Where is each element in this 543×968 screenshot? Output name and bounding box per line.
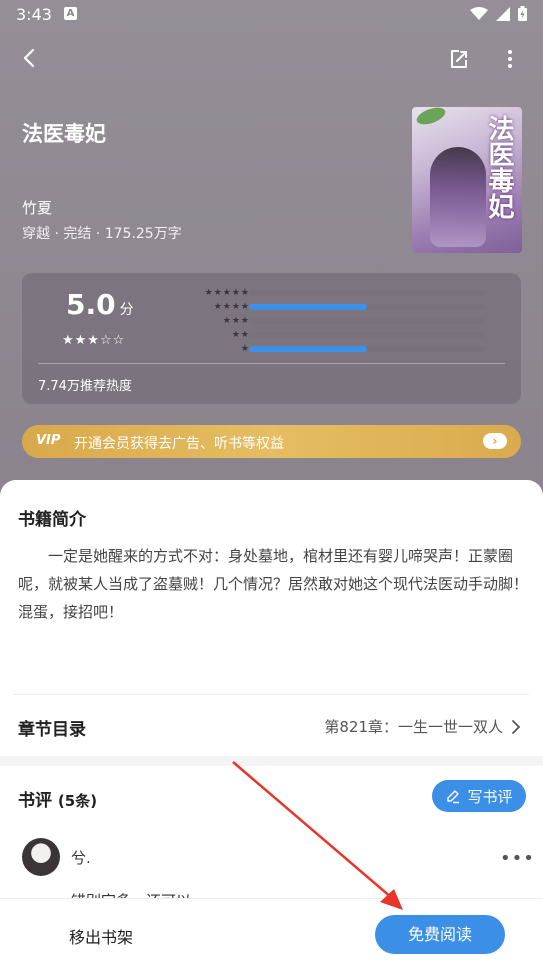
- status-bar: 3:43 A: [0, 0, 543, 30]
- distribution-stars: ★★★: [222, 316, 250, 326]
- rating-stars: ★★★☆☆: [62, 333, 126, 348]
- distribution-fill: [249, 304, 367, 310]
- distribution-row: ★★★★: [172, 300, 502, 314]
- cover-leaf-decoration: [414, 107, 448, 128]
- book-status: 完结: [63, 226, 92, 242]
- back-arrow-icon[interactable]: [18, 46, 42, 70]
- distribution-bar: [249, 290, 485, 296]
- rating-distribution: ★★★★★ ★★★★ ★★★ ★★ ★: [172, 286, 502, 356]
- book-meta: 穿越 · 完结 · 175.25万字: [22, 223, 182, 243]
- recommend-heat: 7.74万推荐热度: [38, 379, 132, 394]
- intro-text: 一定是她醒来的方式不对：身处墓地，棺材里还有婴儿啼哭声！正蒙圈呢，就被某人当成了…: [18, 547, 529, 621]
- distribution-stars: ★★★★★: [204, 288, 250, 298]
- book-author[interactable]: 竹夏: [22, 197, 52, 218]
- reviews-count: (5条): [57, 792, 98, 810]
- rating-score: 5.0 分: [66, 288, 134, 321]
- vip-banner[interactable]: VIP 开通会员获得去广告、听书等权益 ›: [22, 425, 521, 458]
- free-read-button[interactable]: 免费阅读: [375, 915, 505, 954]
- write-review-button[interactable]: 写书评: [432, 780, 526, 812]
- rating-card: 5.0 分 ★★★☆☆ ★★★★★ ★★★★ ★★★ ★★ ★ 7.74万推荐热度: [22, 273, 521, 404]
- more-vertical-icon[interactable]: [498, 47, 522, 71]
- latest-chapter-label: 第821章：一生一世一双人: [324, 718, 503, 736]
- write-review-label: 写书评: [467, 787, 513, 806]
- book-genre: 穿越: [22, 226, 50, 242]
- battery-icon: [518, 6, 527, 21]
- remove-from-shelf-button[interactable]: 移出书架: [69, 924, 133, 948]
- distribution-row: ★★★★★: [172, 286, 502, 300]
- wifi-icon: [470, 6, 488, 20]
- status-time: 3:43: [16, 5, 52, 24]
- book-title: 法医毒妃: [22, 122, 106, 146]
- distribution-bar: [249, 346, 485, 352]
- intro-heading: 书籍简介: [18, 510, 86, 530]
- more-horizontal-icon[interactable]: •••: [500, 848, 535, 869]
- reviews-heading: 书评 (5条): [18, 786, 97, 811]
- toc-heading[interactable]: 章节目录: [18, 715, 86, 740]
- cover-figure-illustration: [430, 147, 486, 247]
- vip-banner-text: 开通会员获得去广告、听书等权益: [74, 436, 284, 452]
- distribution-row: ★: [172, 342, 502, 356]
- distribution-bar: [249, 332, 485, 338]
- toc-latest-chapter[interactable]: 第821章：一生一世一双人: [324, 716, 521, 737]
- divider: [14, 694, 529, 695]
- distribution-bar: [249, 304, 485, 310]
- bottom-action-bar: 移出书架 免费阅读: [0, 898, 543, 968]
- rating-divider: [38, 363, 505, 364]
- cover-title-text: 法医毒妃: [484, 115, 514, 219]
- vip-logo: VIP: [36, 433, 61, 448]
- rating-score-unit: 分: [119, 302, 134, 318]
- detail-sheet: 书籍简介 一定是她醒来的方式不对：身处墓地，棺材里还有婴儿啼哭声！正蒙圈呢，就被…: [0, 480, 543, 967]
- chevron-right-icon: ›: [483, 433, 507, 449]
- distribution-stars: ★★★★: [213, 302, 250, 312]
- rating-score-value: 5.0: [66, 288, 116, 321]
- book-cover[interactable]: 法医毒妃: [412, 107, 522, 253]
- meta-separator: ·: [54, 226, 59, 242]
- distribution-stars: ★★: [231, 330, 250, 340]
- distribution-bar: [249, 318, 485, 324]
- avatar[interactable]: [22, 838, 60, 876]
- meta-separator: ·: [95, 226, 101, 242]
- edit-icon: [447, 790, 460, 804]
- distribution-row: ★★★: [172, 314, 502, 328]
- review-username[interactable]: 兮.: [71, 847, 91, 868]
- signal-icon: [496, 6, 510, 21]
- book-word-count: 175.25万字: [104, 226, 182, 242]
- share-icon[interactable]: [447, 47, 471, 71]
- distribution-row: ★★: [172, 328, 502, 342]
- notification-icon: A: [64, 7, 77, 20]
- reviews-title: 书评: [18, 791, 52, 811]
- chevron-right-icon: [512, 719, 521, 734]
- section-separator: [0, 756, 543, 766]
- distribution-fill: [249, 346, 367, 352]
